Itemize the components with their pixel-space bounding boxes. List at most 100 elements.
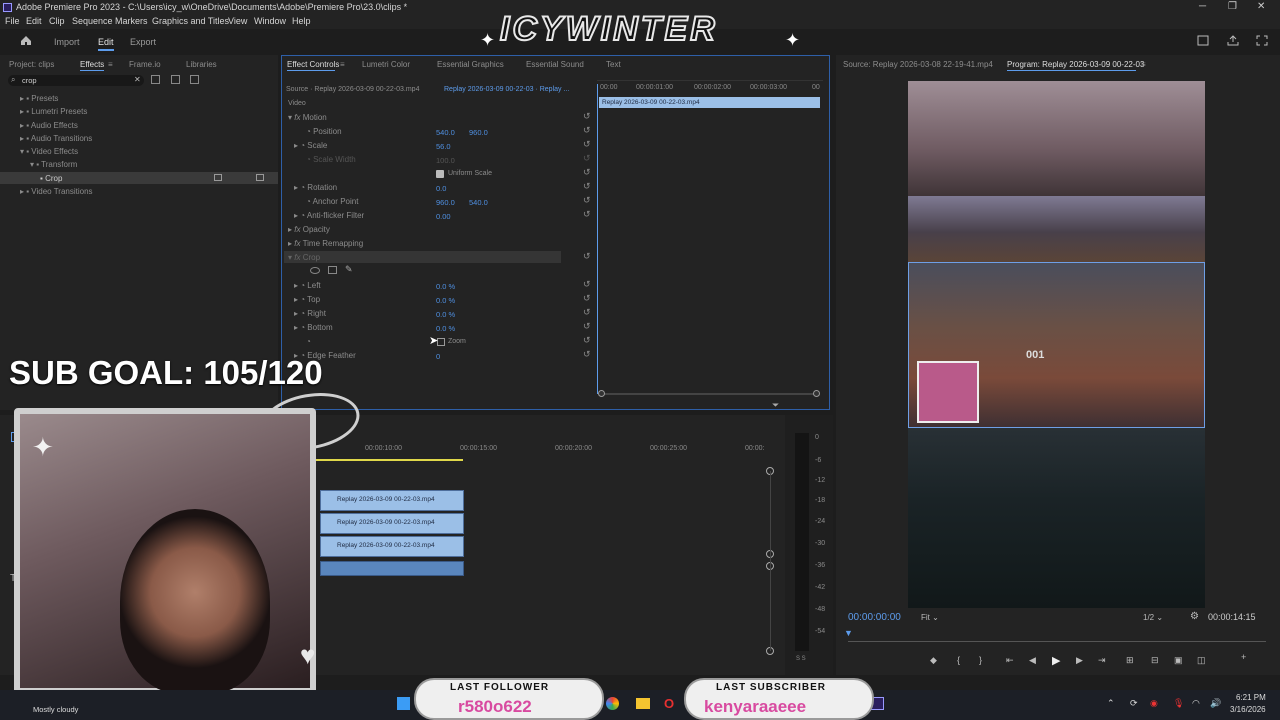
uniform-scale-checkbox[interactable] bbox=[436, 170, 444, 178]
volume-icon[interactable]: 🔊 bbox=[1210, 698, 1221, 709]
time-remapping-row[interactable]: ▸ fx Time Remapping bbox=[288, 239, 363, 248]
home-icon[interactable] bbox=[20, 35, 32, 46]
resolution-dropdown[interactable]: 1/2 ⌄ bbox=[1143, 613, 1163, 622]
reset-icon[interactable]: ↺ bbox=[583, 139, 591, 150]
add-button-icon[interactable]: + bbox=[1241, 652, 1246, 662]
menu-clip[interactable]: Clip bbox=[49, 16, 65, 26]
meter-solo-label[interactable]: S S bbox=[796, 656, 806, 662]
work-area-bar[interactable] bbox=[315, 459, 463, 461]
go-to-out-icon[interactable]: ⇥ bbox=[1098, 655, 1106, 666]
tree-video-effects[interactable]: ▾ ▪ Video Effects bbox=[20, 147, 78, 156]
clear-search-icon[interactable]: ✕ bbox=[134, 75, 141, 84]
antiflicker-value[interactable]: 0.00 bbox=[436, 212, 451, 221]
tree-presets[interactable]: ▸ ▪ Presets bbox=[20, 94, 58, 103]
selection-bounding-box[interactable] bbox=[908, 262, 1205, 428]
reset-icon[interactable]: ↺ bbox=[583, 209, 591, 220]
tree-lumetri-presets[interactable]: ▸ ▪ Lumetri Presets bbox=[20, 107, 87, 116]
pen-mask-icon[interactable]: ✎ bbox=[345, 264, 353, 275]
anchor-x[interactable]: 960.0 bbox=[436, 198, 455, 207]
rectangle-mask-icon[interactable] bbox=[328, 266, 337, 274]
yuv-filter-icon[interactable] bbox=[190, 75, 199, 84]
menu-edit[interactable]: Edit bbox=[26, 16, 42, 26]
clock-time[interactable]: 6:21 PM bbox=[1236, 693, 1266, 702]
sequence-label[interactable]: Replay 2026-03-09 00-22-03 · Replay ... bbox=[444, 86, 569, 93]
accelerated-filter-icon[interactable] bbox=[151, 75, 160, 84]
crop-row[interactable]: ▾ fx Crop bbox=[288, 253, 320, 262]
play-button[interactable]: ▶ bbox=[1052, 654, 1060, 667]
reset-icon[interactable]: ↺ bbox=[583, 349, 591, 360]
menu-file[interactable]: File bbox=[5, 16, 20, 26]
edit-tab[interactable]: Edit bbox=[98, 37, 114, 47]
export-tab[interactable]: Export bbox=[130, 37, 156, 47]
video-clip-v2[interactable]: Replay 2026-03-09 00-22-03.mp4 bbox=[320, 513, 464, 534]
fullscreen-icon[interactable] bbox=[1256, 35, 1268, 46]
opera-icon[interactable]: O bbox=[664, 696, 674, 711]
file-explorer-icon[interactable] bbox=[636, 698, 650, 709]
tray-mic-icon[interactable]: 🎙 bbox=[1173, 698, 1184, 709]
reset-icon[interactable]: ↺ bbox=[583, 167, 591, 178]
menu-sequence[interactable]: Sequence bbox=[72, 16, 113, 26]
search-input[interactable]: ⌕ crop ✕ bbox=[8, 75, 144, 86]
rotation-value[interactable]: 0.0 bbox=[436, 184, 446, 193]
ec-zoom-scrollbar[interactable] bbox=[601, 393, 819, 395]
lift-icon[interactable]: ⊞ bbox=[1126, 655, 1134, 666]
anchor-y[interactable]: 540.0 bbox=[469, 198, 488, 207]
tab-text[interactable]: Text bbox=[606, 60, 621, 69]
restore-icon[interactable]: ❐ bbox=[1228, 1, 1237, 12]
menu-lines-icon[interactable]: ≡ bbox=[1141, 60, 1146, 69]
reset-icon[interactable]: ↺ bbox=[583, 251, 591, 262]
extract-icon[interactable]: ⊟ bbox=[1151, 655, 1159, 666]
menu-view[interactable]: View bbox=[228, 16, 247, 26]
program-playhead-icon[interactable]: ▼ bbox=[844, 628, 853, 638]
minimize-icon[interactable]: ─ bbox=[1199, 1, 1206, 12]
tab-lumetri-color[interactable]: Lumetri Color bbox=[362, 60, 410, 69]
top-value[interactable]: 0.0 % bbox=[436, 296, 455, 305]
go-to-in-icon[interactable]: ⇤ bbox=[1006, 655, 1014, 666]
audio-clip-a1[interactable] bbox=[320, 561, 464, 576]
wifi-icon[interactable]: ◠ bbox=[1192, 698, 1200, 709]
tab-essential-graphics[interactable]: Essential Graphics bbox=[437, 60, 504, 69]
import-tab[interactable]: Import bbox=[54, 37, 80, 47]
ec-zoom-handle-left[interactable] bbox=[598, 390, 605, 397]
video-clip-v1[interactable]: Replay 2026-03-09 00-22-03.mp4 bbox=[320, 536, 464, 557]
position-y[interactable]: 960.0 bbox=[469, 128, 488, 137]
close-icon[interactable]: ✕ bbox=[1257, 1, 1265, 12]
tab-effect-controls[interactable]: Effect Controls bbox=[287, 60, 339, 69]
tab-libraries[interactable]: Libraries bbox=[186, 60, 217, 69]
menu-graphics[interactable]: Graphics and Titles bbox=[152, 16, 229, 26]
tree-video-transitions[interactable]: ▸ ▪ Video Transitions bbox=[20, 187, 93, 196]
program-scrubber[interactable] bbox=[848, 641, 1266, 642]
add-marker-icon[interactable]: ◆ bbox=[930, 655, 937, 666]
tab-effects[interactable]: Effects bbox=[80, 60, 104, 69]
tree-audio-effects[interactable]: ▸ ▪ Audio Effects bbox=[20, 121, 78, 130]
quick-export-icon[interactable] bbox=[1197, 35, 1209, 46]
reset-icon[interactable]: ↺ bbox=[583, 195, 591, 206]
tab-essential-sound[interactable]: Essential Sound bbox=[526, 60, 584, 69]
tab-frameio[interactable]: Frame.io bbox=[129, 60, 161, 69]
program-timecode[interactable]: 00:00:00:00 bbox=[848, 612, 901, 623]
weather-text[interactable]: Mostly cloudy bbox=[33, 705, 78, 714]
reset-icon[interactable]: ↺ bbox=[583, 335, 591, 346]
program-video-frame[interactable]: 001 bbox=[908, 81, 1205, 608]
export-frame-icon[interactable]: ▣ bbox=[1174, 655, 1183, 666]
right-value[interactable]: 0.0 % bbox=[436, 310, 455, 319]
left-value[interactable]: 0.0 % bbox=[436, 282, 455, 291]
tray-app-icon[interactable]: ◉ bbox=[1150, 698, 1158, 709]
filter-icon[interactable]: ⏷ bbox=[772, 400, 779, 411]
menu-lines-icon[interactable]: ≡ bbox=[108, 60, 113, 69]
tray-app-icon[interactable]: ⟳ bbox=[1130, 698, 1138, 709]
scale-value[interactable]: 56.0 bbox=[436, 142, 451, 151]
chrome-app-icon[interactable] bbox=[606, 697, 619, 710]
menu-window[interactable]: Window bbox=[254, 16, 286, 26]
tree-transform[interactable]: ▾ ▪ Transform bbox=[30, 160, 77, 169]
opacity-row[interactable]: ▸ fx Opacity bbox=[288, 225, 330, 234]
menu-markers[interactable]: Markers bbox=[115, 16, 148, 26]
reset-icon[interactable]: ↺ bbox=[583, 279, 591, 290]
ec-playhead[interactable] bbox=[597, 84, 598, 394]
mark-in-icon[interactable]: { bbox=[957, 655, 960, 665]
video-clip-v3[interactable]: Replay 2026-03-09 00-22-03.mp4 bbox=[320, 490, 464, 511]
reset-icon[interactable]: ↺ bbox=[583, 307, 591, 318]
reset-icon[interactable]: ↺ bbox=[583, 181, 591, 192]
reset-icon[interactable]: ↺ bbox=[583, 293, 591, 304]
ec-zoom-handle-right[interactable] bbox=[813, 390, 820, 397]
